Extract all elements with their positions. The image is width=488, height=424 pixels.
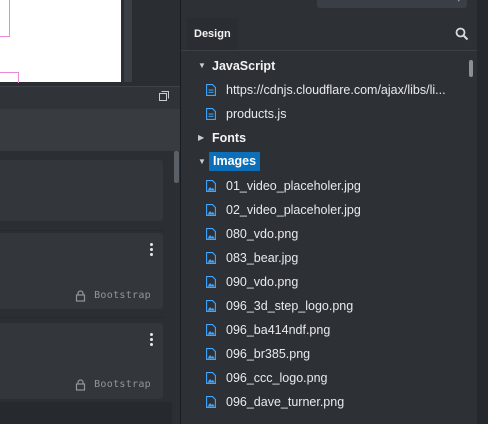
file-icon	[206, 108, 216, 120]
options-dropdown[interactable]: ▾	[317, 0, 467, 8]
tree-item[interactable]: 090_vdo.png	[181, 270, 467, 294]
card-tag-label: Bootstrap	[94, 379, 151, 390]
component-card[interactable]: Bootstrap	[0, 233, 163, 309]
tree-item-label: 080_vdo.png	[226, 227, 299, 241]
chevron-down-icon: ▾	[456, 0, 461, 5]
tree-group-label: JavaScript	[212, 59, 276, 73]
tree-item-label: 083_bear.jpg	[226, 251, 299, 265]
image-file-icon	[206, 180, 216, 192]
card-tag-label: Bootstrap	[94, 290, 151, 301]
image-file-icon	[206, 252, 216, 264]
tree-item-label: 02_video_placeholer.jpg	[226, 203, 361, 217]
component-card[interactable]	[0, 160, 163, 221]
tree-item[interactable]: https://cdnjs.cloudflare.com/ajax/libs/l…	[181, 78, 467, 102]
vertical-dots-icon[interactable]	[148, 333, 154, 349]
component-panel-header	[0, 86, 180, 109]
tab-bar: Design	[181, 18, 488, 51]
tree-item-label: https://cdnjs.cloudflare.com/ajax/libs/l…	[226, 83, 446, 97]
tree-item[interactable]: 01_video_placeholer.jpg	[181, 174, 467, 198]
tab-design[interactable]: Design	[187, 18, 238, 50]
tree-item[interactable]: 096_3d_step_logo.png	[181, 294, 467, 318]
divider	[0, 317, 163, 318]
tree-item[interactable]: 096_ba414ndf.png	[181, 318, 467, 342]
tree-item[interactable]: 080_vdo.png	[181, 222, 467, 246]
options-row: ▾	[181, 0, 488, 14]
image-file-icon	[206, 372, 216, 384]
card-tag: Bootstrap	[76, 290, 151, 302]
tree-item[interactable]: products.js	[181, 102, 467, 126]
tree-item[interactable]: 02_video_placeholer.jpg	[181, 198, 467, 222]
tree-item-label: 090_vdo.png	[226, 275, 299, 289]
component-card[interactable]: Bootstrap	[0, 323, 163, 399]
tree-item-label: products.js	[226, 107, 287, 121]
scrollbar-thumb[interactable]	[174, 151, 179, 183]
tree-group-images[interactable]: ▼ Images	[181, 150, 467, 174]
tree-item-label: 096_br385.png	[226, 347, 311, 361]
tree-group-javascript[interactable]: ▼ JavaScript	[181, 54, 467, 78]
lock-icon	[76, 379, 86, 391]
tree-group-label: Images	[209, 152, 261, 171]
element-outline	[0, 72, 19, 83]
tree-group-label: Fonts	[212, 131, 247, 145]
expand-icon[interactable]	[158, 90, 170, 102]
panel-edge	[477, 0, 488, 424]
tree-item[interactable]: 096_ccc_logo.png	[181, 366, 467, 390]
asset-tree-scrollbar[interactable]	[467, 54, 475, 424]
tree-item-label: 096_ba414ndf.png	[226, 323, 331, 337]
caret-down-icon[interactable]: ▼	[198, 150, 206, 174]
tree-group-fonts[interactable]: ▶ Fonts	[181, 126, 467, 150]
component-list: Bootstrap Bootstrap	[0, 151, 172, 424]
canvas-scrollbar[interactable]	[124, 0, 132, 82]
component-toolbar	[0, 109, 180, 151]
tree-item[interactable]: 083_bear.jpg	[181, 246, 467, 270]
canvas-page[interactable]	[0, 0, 121, 83]
image-file-icon	[206, 276, 216, 288]
tree-item[interactable]: 096_br385.png	[181, 342, 467, 366]
component-list-scrollbar[interactable]	[172, 151, 180, 424]
vertical-dots-icon[interactable]	[148, 243, 154, 259]
tree-item-label: 096_ccc_logo.png	[226, 371, 328, 385]
right-pane: ▾ Design ▼ JavaScript https://cdnjs.cloudf…	[180, 0, 488, 424]
panel-footer	[0, 402, 172, 424]
tree-item-label: 096_dave_turner.png	[226, 395, 345, 409]
caret-right-icon[interactable]: ▶	[198, 126, 204, 150]
divider	[0, 230, 163, 231]
tree-item[interactable]: 096_dave_turner.png	[181, 390, 467, 414]
caret-down-icon[interactable]: ▼	[198, 54, 206, 78]
design-canvas[interactable]	[0, 0, 180, 86]
file-icon	[206, 84, 216, 96]
selected-element-outline	[0, 0, 10, 37]
image-file-icon	[206, 228, 216, 240]
image-file-icon	[206, 396, 216, 408]
left-pane: Bootstrap Bootstrap	[0, 0, 180, 424]
image-file-icon	[206, 204, 216, 216]
image-file-icon	[206, 300, 216, 312]
search-icon[interactable]	[455, 27, 469, 41]
image-file-icon	[206, 348, 216, 360]
tree-item-label: 01_video_placeholer.jpg	[226, 179, 361, 193]
card-tag: Bootstrap	[76, 379, 151, 391]
image-file-icon	[206, 324, 216, 336]
scrollbar-thumb[interactable]	[469, 60, 473, 77]
lock-icon	[76, 290, 86, 302]
tree-item-label: 096_3d_step_logo.png	[226, 299, 354, 313]
